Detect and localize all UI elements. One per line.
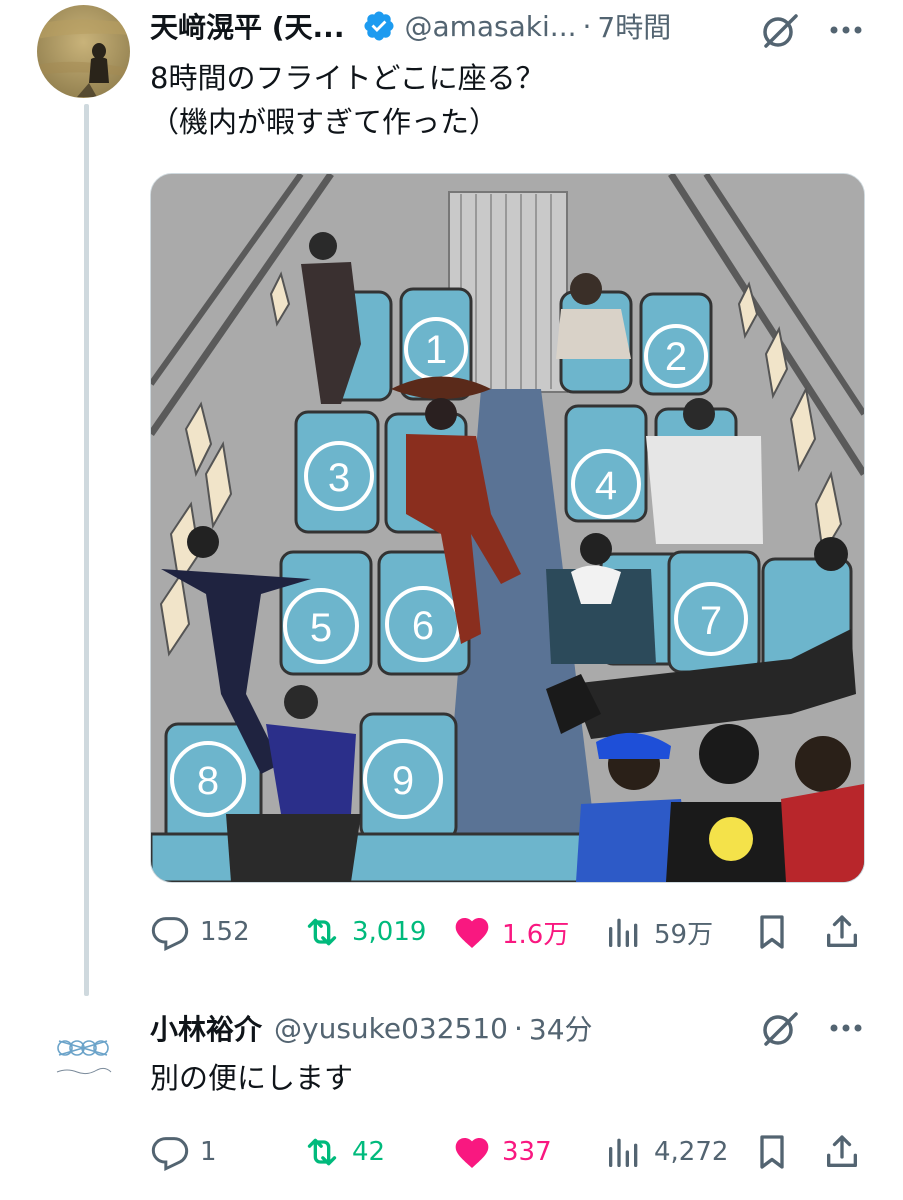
views-button[interactable]: 59万 (604, 910, 713, 954)
bookmark-button[interactable] (752, 1130, 802, 1174)
seat-number-6: 6 (412, 604, 434, 648)
views-icon (609, 918, 638, 947)
author-handle[interactable]: @yusuke032510 (274, 1012, 508, 1045)
reply-icon (151, 1137, 189, 1172)
reply-actions: 1 42 337 4,272 (150, 1130, 863, 1174)
reply-button[interactable]: 152 (150, 910, 250, 954)
tweet-actions: 152 3,019 1.6万 59万 (150, 910, 863, 954)
avatar[interactable] (37, 5, 130, 98)
like-count: 337 (502, 1137, 552, 1167)
avatar[interactable] (37, 1014, 130, 1107)
separator-dot: · (582, 9, 592, 43)
thread-line (84, 104, 89, 996)
retweet-button[interactable]: 3,019 (302, 910, 426, 954)
views-icon (609, 1138, 638, 1167)
avatar-image (37, 5, 130, 98)
timestamp[interactable]: 7時間 (597, 6, 671, 46)
reply-button[interactable]: 1 (150, 1130, 217, 1174)
seat-number-3: 3 (328, 456, 350, 500)
share-icon (827, 1135, 857, 1167)
tweet-text-line2: （機内が暇すぎて作った） (150, 105, 499, 139)
like-button[interactable]: 337 (452, 1130, 552, 1174)
grok-icon[interactable] (760, 1008, 800, 1048)
bookmark-icon (760, 1135, 784, 1169)
seat-number-2: 2 (665, 335, 687, 379)
bookmark-button[interactable] (752, 910, 802, 954)
reply-text: 別の便にします (150, 1061, 354, 1095)
like-count: 1.6万 (502, 919, 570, 950)
views-button[interactable]: 4,272 (604, 1130, 728, 1174)
share-button[interactable] (822, 1130, 872, 1174)
more-icon[interactable] (826, 1008, 866, 1048)
timestamp[interactable]: 34分 (529, 1008, 593, 1048)
author-handle[interactable]: @amasaki... (404, 10, 576, 43)
retweet-button[interactable]: 42 (302, 1130, 385, 1174)
tweet-text-line1: 8時間のフライトどこに座る？ (150, 61, 545, 95)
reply-icon (151, 917, 189, 952)
reply-count: 152 (200, 917, 250, 947)
avatar-image (37, 1014, 130, 1107)
author-name[interactable]: 天﨑滉平 (天... (150, 6, 344, 46)
like-icon (455, 1138, 489, 1168)
verified-badge-icon (362, 9, 396, 43)
like-button[interactable]: 1.6万 (452, 910, 569, 954)
seat-number-5: 5 (310, 606, 332, 650)
separator-dot: · (514, 1011, 523, 1045)
seat-number-8: 8 (197, 759, 219, 803)
bookmark-icon (760, 915, 784, 949)
share-icon (827, 915, 857, 947)
retweet-icon (307, 1138, 337, 1166)
grok-icon[interactable] (760, 10, 800, 50)
views-count: 4,272 (654, 1137, 729, 1167)
airplane-cabin-illustration: 1 2 3 4 5 6 7 8 9 (151, 174, 864, 882)
reply-count: 1 (200, 1137, 217, 1167)
retweet-count: 3,019 (352, 917, 427, 947)
seat-number-7: 7 (700, 599, 722, 643)
seat-number-1: 1 (425, 328, 447, 372)
more-icon[interactable] (826, 10, 866, 50)
retweet-count: 42 (352, 1137, 386, 1167)
retweet-icon (307, 918, 337, 946)
seat-number-9: 9 (392, 759, 414, 803)
share-button[interactable] (822, 910, 872, 954)
tweet-image[interactable]: 1 2 3 4 5 6 7 8 9 (150, 173, 865, 883)
reply-header: 小林裕介 @yusuke032510 · 34分 (150, 1006, 593, 1050)
seat-number-4: 4 (595, 464, 617, 508)
like-icon (455, 918, 489, 948)
views-count: 59万 (654, 919, 714, 950)
author-name[interactable]: 小林裕介 (150, 1008, 262, 1048)
